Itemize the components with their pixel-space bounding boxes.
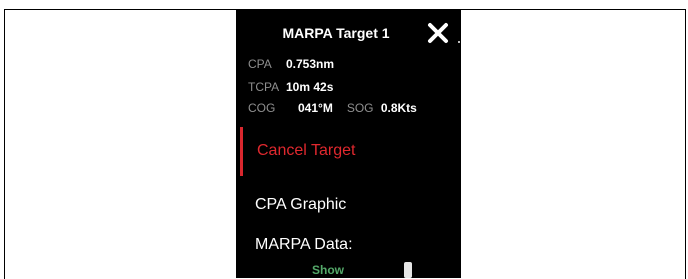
marpa-data-value: Show	[312, 263, 344, 277]
selection-indicator	[240, 127, 243, 176]
close-icon[interactable]	[426, 21, 450, 45]
tcpa-label: TCPA	[248, 80, 280, 94]
tcpa-row: TCPA 10m 42s	[248, 80, 333, 94]
cancel-target-item[interactable]: Cancel Target	[257, 142, 355, 160]
cpa-value: 0.753nm	[286, 57, 335, 71]
sog-value: 0.8Kts	[380, 101, 417, 115]
marpa-data-toggle[interactable]	[404, 262, 412, 278]
sog-label: SOG	[346, 101, 374, 115]
marpa-target-dialog: MARPA Target 1 CPA 0.753nm TCPA 10m 42s CO…	[236, 10, 461, 278]
cog-sog-row: COG 041°M SOG 0.8Kts	[248, 101, 417, 115]
dialog-title: MARPA Target 1	[282, 25, 390, 41]
tcpa-value: 10m 42s	[286, 80, 334, 94]
cpa-label: CPA	[248, 57, 272, 71]
cpa-row: CPA 0.753nm	[248, 57, 334, 71]
marpa-data-item[interactable]: MARPA Data:	[255, 236, 353, 254]
cpa-graphic-item[interactable]: CPA Graphic	[255, 196, 346, 214]
scroll-dot	[458, 41, 460, 43]
cog-value: 041°M	[298, 101, 333, 115]
cog-label: COG	[248, 101, 276, 115]
